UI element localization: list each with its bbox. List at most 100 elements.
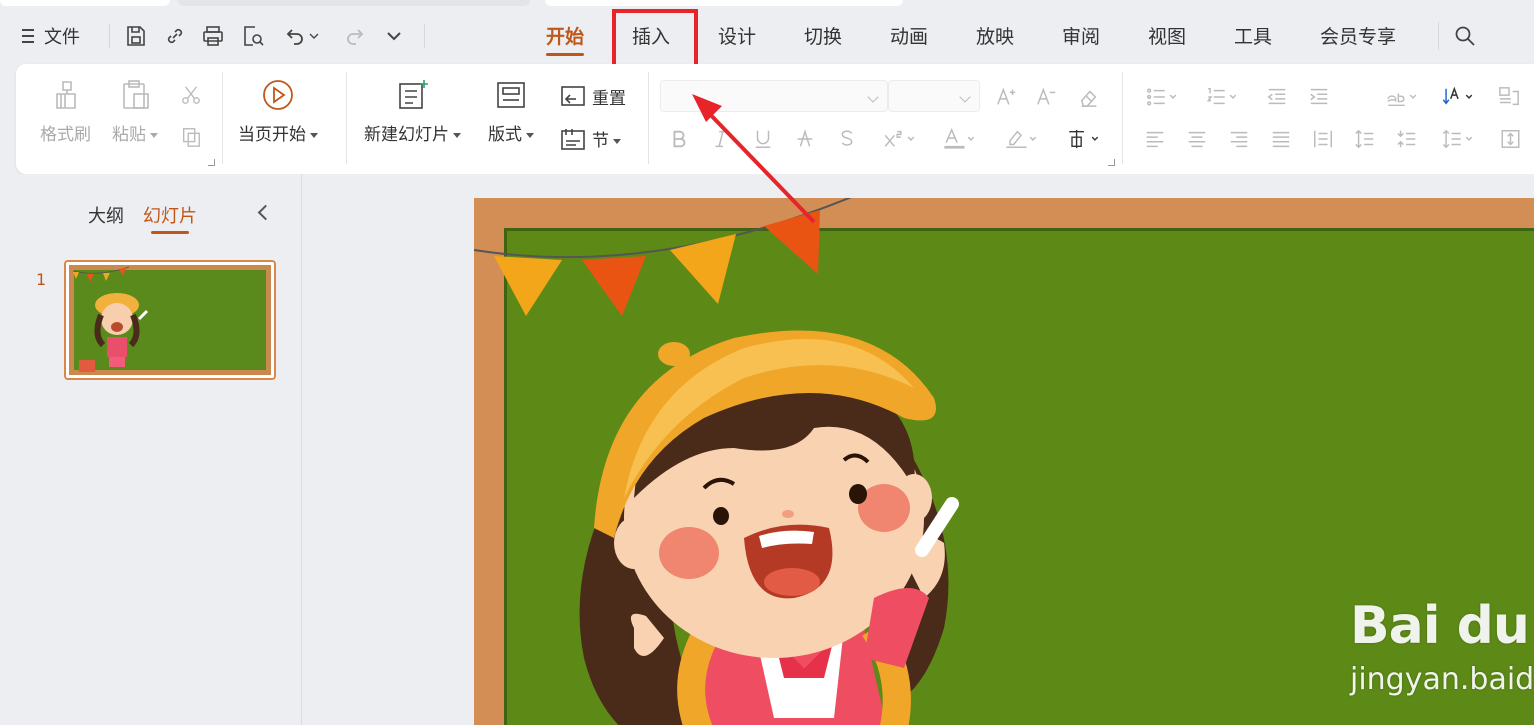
font-expand-icon[interactable] [1108, 159, 1115, 166]
superscript-icon[interactable] [874, 124, 924, 154]
clear-format-icon[interactable] [1074, 82, 1104, 112]
baidu-watermark-logo: Bai du 经验 [1350, 596, 1534, 656]
align-right-icon[interactable] [1224, 124, 1254, 154]
document-tab-strip[interactable] [178, 0, 530, 6]
redo-icon[interactable] [342, 22, 368, 50]
layout-label: 版式 [488, 120, 534, 145]
reset-icon [561, 85, 585, 106]
divider [346, 72, 347, 164]
format-painter-button[interactable]: 格式刷 [40, 78, 91, 145]
tab-insert[interactable]: 插入 [632, 22, 670, 50]
line-spacing-icon[interactable] [1350, 124, 1380, 154]
slide-thumbnail[interactable] [64, 260, 276, 380]
paste-button[interactable]: 粘贴 [112, 78, 158, 145]
cut-icon[interactable] [176, 80, 206, 110]
play-icon [261, 78, 295, 112]
tab-slides[interactable]: 幻灯片 [143, 202, 197, 234]
strikethrough-icon[interactable] [790, 124, 820, 154]
format-painter-label: 格式刷 [40, 125, 91, 145]
divider [109, 24, 110, 48]
tab-transitions[interactable]: 切换 [804, 22, 842, 50]
link-icon[interactable] [162, 22, 188, 50]
justify-icon[interactable] [1266, 124, 1296, 154]
more-chevron-icon[interactable] [381, 22, 407, 50]
tab-view[interactable]: 视图 [1148, 22, 1186, 50]
search-icon[interactable] [1452, 22, 1478, 50]
slide-editor-canvas[interactable]: Bai du 经验 jingyan.baidu.com [302, 174, 1534, 725]
slide-thumbnail-image [69, 265, 271, 375]
clipboard-expand-icon[interactable] [208, 159, 215, 166]
divider [424, 24, 425, 48]
layout-button[interactable]: 版式 [488, 78, 534, 145]
font-size-select[interactable] [888, 80, 980, 112]
new-slide-button[interactable]: 新建幻灯片 [364, 78, 461, 145]
paragraph-spacing-icon[interactable] [1392, 124, 1422, 154]
save-icon[interactable] [123, 22, 149, 50]
copy-icon[interactable] [176, 122, 206, 152]
collapse-panel-icon[interactable] [256, 204, 270, 220]
reset-label: 重置 [592, 89, 626, 109]
tab-animations[interactable]: 动画 [890, 22, 928, 50]
layout-icon [494, 78, 528, 112]
slide-panel: 大纲 幻灯片 1 [0, 174, 302, 725]
document-tab-strip[interactable] [0, 0, 170, 6]
new-slide-icon [396, 78, 430, 112]
align-center-icon[interactable] [1182, 124, 1212, 154]
slide-number: 1 [36, 270, 47, 289]
sort-text-icon[interactable] [1436, 82, 1480, 112]
play-from-current-button[interactable]: 当页开始 [238, 78, 318, 145]
reset-button[interactable]: 重置 [560, 84, 626, 109]
text-shadow-icon[interactable] [832, 124, 862, 154]
print-preview-icon[interactable] [240, 22, 266, 50]
font-family-select[interactable] [660, 80, 888, 112]
distribute-icon[interactable] [1308, 124, 1338, 154]
new-slide-label: 新建幻灯片 [364, 120, 461, 145]
slide[interactable]: Bai du 经验 jingyan.baidu.com [474, 198, 1534, 725]
undo-icon[interactable] [282, 22, 308, 50]
baidu-watermark: Bai du 经验 jingyan.baidu.com [1350, 583, 1534, 697]
paste-label: 粘贴 [112, 120, 158, 145]
file-menu-label: 文件 [44, 27, 80, 48]
tab-member[interactable]: 会员专享 [1320, 22, 1396, 50]
tab-outline[interactable]: 大纲 [88, 202, 124, 228]
decrease-indent-icon[interactable] [1262, 82, 1292, 112]
align-left-icon[interactable] [1140, 124, 1170, 154]
paste-icon [118, 78, 152, 112]
play-from-current-label: 当页开始 [238, 120, 318, 145]
text-direction-icon[interactable] [1380, 82, 1424, 112]
increase-indent-icon[interactable] [1304, 82, 1334, 112]
section-button[interactable]: 节 [560, 126, 621, 151]
convert-to-smartart-icon[interactable] [1494, 82, 1524, 112]
numbered-list-icon[interactable] [1200, 82, 1244, 112]
increase-font-size-icon[interactable] [992, 82, 1022, 112]
undo-dropdown-icon[interactable] [306, 22, 322, 50]
divider [648, 72, 649, 164]
document-tab-strip[interactable] [545, 0, 903, 6]
tab-slideshow[interactable]: 放映 [976, 22, 1014, 50]
menu-icon [22, 29, 36, 43]
text-box-align-icon[interactable] [1494, 124, 1534, 154]
print-icon[interactable] [200, 22, 226, 50]
ribbon-toolbar: 格式刷 粘贴 当页开始 新建幻灯片 版式 重置 节 [16, 64, 1534, 174]
highlight-color-icon[interactable] [996, 124, 1046, 154]
format-painter-icon [49, 78, 83, 112]
bold-icon[interactable] [664, 124, 694, 154]
divider [222, 72, 223, 164]
divider [1438, 22, 1439, 50]
italic-icon[interactable] [706, 124, 736, 154]
line-spacing-dropdown-icon[interactable] [1436, 124, 1480, 154]
tab-review[interactable]: 审阅 [1062, 22, 1100, 50]
phonetic-guide-icon[interactable] [1058, 124, 1108, 154]
file-menu[interactable]: 文件 [22, 22, 80, 50]
section-label: 节 [592, 126, 621, 151]
baidu-watermark-url: jingyan.baidu.com [1350, 662, 1534, 697]
section-icon [561, 128, 585, 150]
tab-tools[interactable]: 工具 [1234, 22, 1272, 50]
underline-icon[interactable] [748, 124, 778, 154]
divider [1122, 72, 1123, 164]
font-color-icon[interactable] [934, 124, 984, 154]
bullet-list-icon[interactable] [1140, 82, 1184, 112]
tab-design[interactable]: 设计 [718, 22, 756, 50]
decrease-font-size-icon[interactable] [1032, 82, 1062, 112]
tab-home[interactable]: 开始 [546, 22, 585, 56]
